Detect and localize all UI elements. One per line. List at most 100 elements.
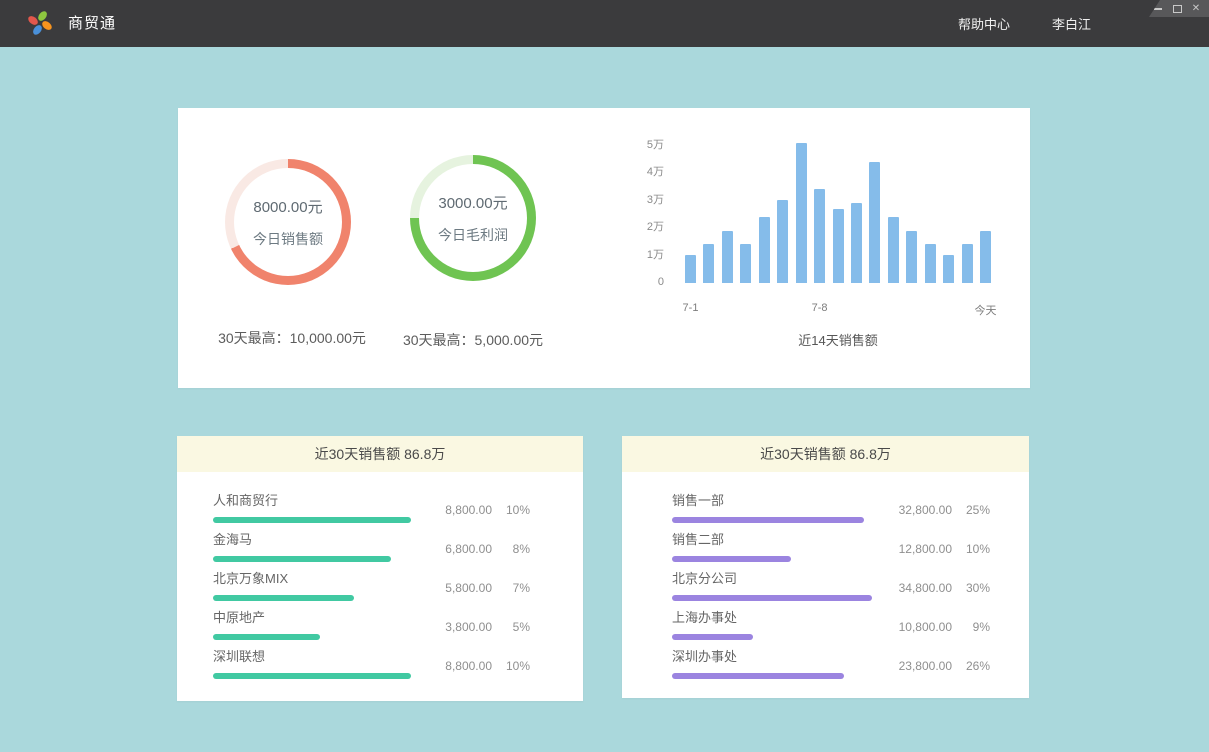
overview-card: 8000.00元 今日销售额 30天最高：10,000.00元 3000.00元… bbox=[178, 108, 1030, 388]
sales-bar bbox=[722, 231, 733, 283]
rank-bar bbox=[213, 556, 391, 562]
sales-bar bbox=[833, 209, 844, 283]
rank-bar bbox=[213, 595, 354, 601]
title-bar: 商贸通 帮助中心 李白江 ✕ bbox=[0, 0, 1209, 47]
rank-percent: 10% bbox=[492, 659, 530, 673]
maximize-icon[interactable] bbox=[1172, 4, 1182, 14]
sales-bar bbox=[962, 244, 973, 283]
sales-bars bbox=[685, 108, 991, 283]
today-profit-donut-chart: 3000.00元 今日毛利润 bbox=[410, 155, 536, 281]
y-axis-tick: 2万 bbox=[614, 220, 664, 234]
app-logo-pinwheel-icon bbox=[26, 9, 54, 37]
rank-bar-track bbox=[672, 634, 874, 640]
y-axis-tick: 3万 bbox=[614, 193, 664, 207]
rank-amount: 5,800.00 bbox=[420, 581, 492, 595]
rank-row: 人和商贸行8,800.0010% bbox=[213, 487, 530, 520]
rank-row-value: 34,800.0030% bbox=[880, 581, 990, 595]
sales-bar bbox=[703, 244, 714, 283]
rank-bar bbox=[672, 595, 872, 601]
rank-bar-track bbox=[213, 517, 415, 523]
rank-amount: 6,800.00 bbox=[420, 542, 492, 556]
x-axis-label: 7-1 bbox=[661, 302, 721, 314]
y-axis-tick: 1万 bbox=[614, 248, 664, 262]
help-center-link[interactable]: 帮助中心 bbox=[958, 14, 1010, 33]
rank-bar-track bbox=[213, 595, 415, 601]
rank-amount: 12,800.00 bbox=[880, 542, 952, 556]
rank-bar-track bbox=[213, 556, 415, 562]
rank-percent: 10% bbox=[952, 542, 990, 556]
sales-bar bbox=[869, 162, 880, 283]
minimize-icon[interactable] bbox=[1153, 4, 1163, 14]
rank-bar-track bbox=[672, 595, 874, 601]
rank-bar bbox=[672, 673, 844, 679]
rank-bar bbox=[672, 634, 753, 640]
rank-percent: 10% bbox=[492, 503, 530, 517]
rank-amount: 34,800.00 bbox=[880, 581, 952, 595]
department-rank-list: 销售一部32,800.0025%销售二部12,800.0010%北京分公司34,… bbox=[622, 472, 1029, 676]
customer-sales-rank-card: 近30天销售额 86.8万 人和商贸行8,800.0010% 金海马6,800.0… bbox=[177, 436, 583, 701]
sales-bar bbox=[777, 200, 788, 283]
rank-bar bbox=[672, 517, 864, 523]
rank-amount: 8,800.00 bbox=[420, 503, 492, 517]
sales-bar bbox=[925, 244, 936, 283]
rank-percent: 8% bbox=[492, 542, 530, 556]
x-axis-label: 今天 bbox=[956, 302, 1016, 318]
rank-row-value: 12,800.0010% bbox=[880, 542, 990, 556]
user-menu[interactable]: 李白江 bbox=[1052, 14, 1091, 33]
department-sales-rank-card: 近30天销售额 86.8万 销售一部32,800.0025% 销售二部12,800… bbox=[622, 436, 1029, 698]
sales-bar bbox=[980, 231, 991, 283]
rank-row-value: 3,800.005% bbox=[420, 620, 530, 634]
rank-bar-track bbox=[672, 556, 874, 562]
rank-row: 深圳联想8,800.0010% bbox=[213, 643, 530, 676]
y-axis-tick: 0 bbox=[614, 275, 664, 289]
rank-row-value: 10,800.009% bbox=[880, 620, 990, 634]
sales-bar bbox=[943, 255, 954, 283]
rank-row: 深圳办事处23,800.0026% bbox=[672, 643, 990, 676]
rank-percent: 25% bbox=[952, 503, 990, 517]
rank-percent: 30% bbox=[952, 581, 990, 595]
rank-bar-track bbox=[672, 673, 874, 679]
rank-amount: 3,800.00 bbox=[420, 620, 492, 634]
today-sales-donut-chart: 8000.00元 今日销售额 bbox=[225, 159, 351, 285]
rank-percent: 7% bbox=[492, 581, 530, 595]
rank-bar-track bbox=[213, 673, 415, 679]
customer-rank-title: 近30天销售额 86.8万 bbox=[177, 436, 583, 472]
rank-row: 中原地产3,800.005% bbox=[213, 604, 530, 637]
y-axis-tick: 5万 bbox=[614, 138, 664, 152]
rank-row: 销售二部12,800.0010% bbox=[672, 526, 990, 559]
rank-row-value: 5,800.007% bbox=[420, 581, 530, 595]
sales-bar bbox=[796, 143, 807, 283]
rank-row-value: 8,800.0010% bbox=[420, 503, 530, 517]
bar-chart-caption: 近14天销售额 bbox=[683, 330, 993, 349]
today-sales-value: 8000.00元 bbox=[253, 196, 322, 217]
sales-bar bbox=[740, 244, 751, 283]
sales-bar bbox=[814, 189, 825, 283]
rank-amount: 23,800.00 bbox=[880, 659, 952, 673]
rank-bar-track bbox=[213, 634, 415, 640]
sales-bar bbox=[906, 231, 917, 283]
rank-row: 销售一部32,800.0025% bbox=[672, 487, 990, 520]
sales-bar bbox=[759, 217, 770, 283]
rank-bar bbox=[213, 517, 411, 523]
sales-bar bbox=[685, 255, 696, 283]
rank-bar bbox=[213, 673, 411, 679]
rank-amount: 8,800.00 bbox=[420, 659, 492, 673]
rank-row: 上海办事处10,800.009% bbox=[672, 604, 990, 637]
customer-rank-list: 人和商贸行8,800.0010%金海马6,800.008%北京万象MIX5,80… bbox=[177, 472, 583, 676]
rank-bar-track bbox=[672, 517, 874, 523]
today-profit-label: 今日毛利润 bbox=[438, 225, 508, 245]
rank-amount: 32,800.00 bbox=[880, 503, 952, 517]
rank-row: 金海马6,800.008% bbox=[213, 526, 530, 559]
rank-amount: 10,800.00 bbox=[880, 620, 952, 634]
app-title: 商贸通 bbox=[68, 0, 116, 47]
sales-bar bbox=[888, 217, 899, 283]
today-sales-label: 今日销售额 bbox=[253, 229, 323, 249]
rank-percent: 26% bbox=[952, 659, 990, 673]
x-axis-label: 7-8 bbox=[790, 302, 850, 314]
window-controls: ✕ bbox=[1149, 0, 1209, 17]
department-rank-title: 近30天销售额 86.8万 bbox=[622, 436, 1029, 472]
rank-percent: 9% bbox=[952, 620, 990, 634]
rank-bar bbox=[213, 634, 320, 640]
close-icon[interactable]: ✕ bbox=[1191, 4, 1201, 14]
rank-percent: 5% bbox=[492, 620, 530, 634]
